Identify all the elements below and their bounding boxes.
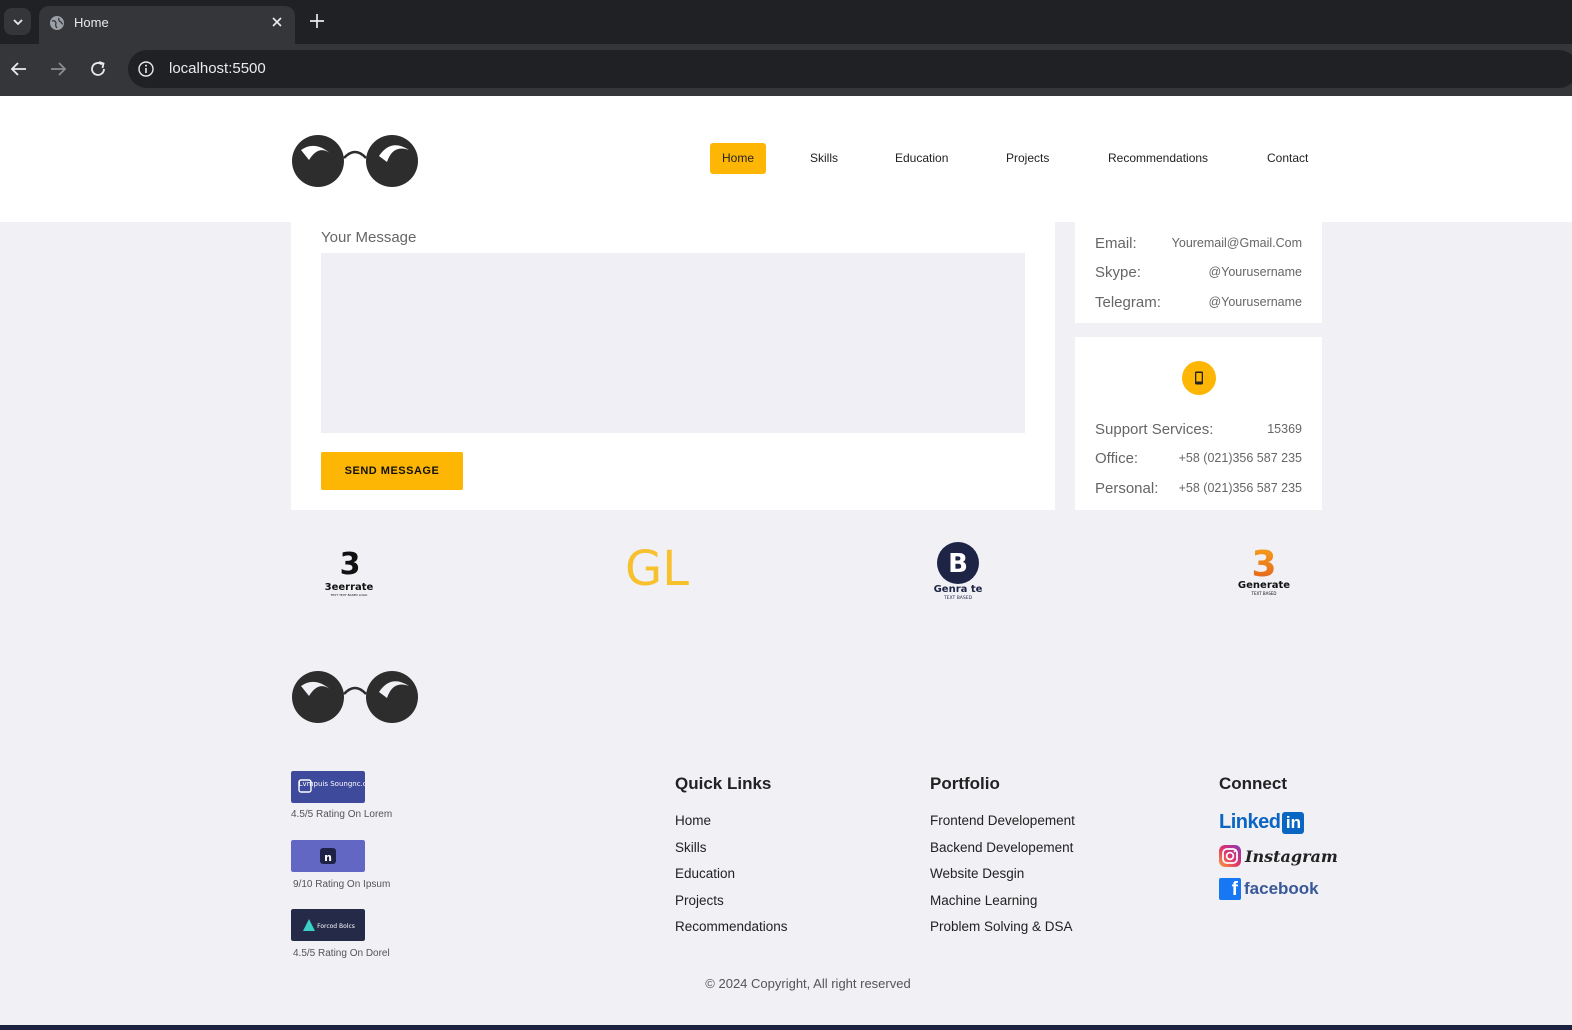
personal-value[interactable]: +58 (021)356 587 235 <box>1179 481 1302 495</box>
nav-education[interactable]: Education <box>883 143 960 174</box>
close-icon[interactable] <box>269 14 285 30</box>
nav-recommendations[interactable]: Recommendations <box>1096 143 1220 174</box>
online-contact-card: Email: Youremail@Gmail.Com Skype: @Youru… <box>1075 216 1322 323</box>
brand-sub-3: TEXT BASED <box>1251 591 1277 596</box>
instagram-icon <box>1219 845 1241 867</box>
brand-logo-3eerrate: 3 3eerrate TEXT TEXT BASED LOGO <box>325 547 374 597</box>
linkedin-wordmark: Linked <box>1219 811 1281 833</box>
portfolio-link-ml[interactable]: Machine Learning <box>930 893 1037 908</box>
site-header: Home Skills Education Projects Recommend… <box>0 96 1572 222</box>
nav-home[interactable]: Home <box>710 143 767 174</box>
brand-name-0: 3eerrate <box>325 582 374 593</box>
linkedin-icon: in <box>1282 811 1305 834</box>
skype-row: Skype: @Yourusername <box>1095 264 1302 286</box>
brand-sub-2: TEXT BASED <box>943 595 973 601</box>
back-arrow-icon[interactable] <box>8 58 30 80</box>
browser-toolbar: localhost:5500 <box>0 44 1572 96</box>
address-bar[interactable]: localhost:5500 <box>128 50 1572 88</box>
browser-tab[interactable]: Home <box>39 6 295 44</box>
instagram-wordmark: Instagram <box>1245 846 1338 866</box>
brand-logo-gl: GL <box>625 543 689 593</box>
nav-skills[interactable]: Skills <box>798 143 850 174</box>
rating-badge-dorel[interactable]: Forcod Bolcs <box>291 909 365 941</box>
nav-projects[interactable]: Projects <box>994 143 1061 174</box>
brand-name-3: Generate <box>1238 580 1290 591</box>
bottom-bar <box>0 1025 1572 1030</box>
contact-form: Your Message SEND MESSAGE <box>291 216 1055 510</box>
url-text: localhost:5500 <box>169 60 266 77</box>
rating-badge-ipsum[interactable]: n <box>291 840 365 872</box>
support-label: Support Services: <box>1095 421 1214 438</box>
personal-label: Personal: <box>1095 480 1159 497</box>
telegram-value[interactable]: @Yourusername <box>1208 295 1302 309</box>
brand-logo-generate: 3 Generate TEXT BASED <box>1238 544 1290 596</box>
send-message-button[interactable]: SEND MESSAGE <box>321 452 463 490</box>
portfolio-link-dsa[interactable]: Problem Solving & DSA <box>930 919 1073 934</box>
footer-link-home[interactable]: Home <box>675 813 711 828</box>
portfolio-link-frontend[interactable]: Frontend Developement <box>930 813 1075 828</box>
svg-text:B: B <box>948 549 968 579</box>
facebook-wordmark: facebook <box>1244 879 1319 898</box>
chevron-down-icon <box>12 18 23 25</box>
footer-link-projects[interactable]: Projects <box>675 893 724 908</box>
brand-sub-0: TEXT TEXT BASED LOGO <box>330 593 368 597</box>
rating-text-dorel: 4.5/5 Rating On Dorel <box>293 948 390 959</box>
instagram-link[interactable]: Instagram <box>1219 845 1338 867</box>
new-tab-plus-icon[interactable] <box>308 12 326 30</box>
svg-text:3: 3 <box>340 547 361 582</box>
footer-glasses-logo-icon[interactable] <box>291 668 423 726</box>
rating-badge-text-1: n <box>324 851 332 864</box>
globe-icon <box>50 16 64 30</box>
facebook-link[interactable]: f facebook <box>1219 878 1319 900</box>
skype-value[interactable]: @Yourusername <box>1208 265 1302 279</box>
rating-text-lorem: 4.5/5 Rating On Lorem <box>291 809 393 820</box>
rating-text-ipsum: 9/10 Rating On Ipsum <box>293 879 391 890</box>
forward-arrow-icon[interactable] <box>47 58 69 80</box>
footer-link-recommendations[interactable]: Recommendations <box>675 919 788 934</box>
footer-link-skills[interactable]: Skills <box>675 840 707 855</box>
nav-contact[interactable]: Contact <box>1255 143 1320 174</box>
tab-title: Home <box>74 15 109 30</box>
brand-logo-genrate: B Genra te TEXT BASED <box>934 542 983 601</box>
phone-contact-card: Support Services: 15369 Office: +58 (021… <box>1075 337 1322 510</box>
email-row: Email: Youremail@Gmail.Com <box>1095 235 1302 257</box>
brand-name-2: Genra te <box>934 584 983 595</box>
tab-search-button[interactable] <box>4 8 31 35</box>
reload-icon[interactable] <box>87 58 109 80</box>
support-value[interactable]: 15369 <box>1267 422 1302 436</box>
browser-tab-bar: Home <box>0 0 1572 44</box>
brand-name-1: GL <box>625 543 689 593</box>
quick-links-title: Quick Links <box>675 774 772 793</box>
office-row: Office: +58 (021)356 587 235 <box>1095 450 1302 472</box>
portfolio-title: Portfolio <box>930 774 1000 793</box>
linkedin-link[interactable]: Linked in <box>1219 811 1305 834</box>
footer-link-education[interactable]: Education <box>675 866 735 881</box>
support-row: Support Services: 15369 <box>1095 421 1302 443</box>
personal-row: Personal: +58 (021)356 587 235 <box>1095 480 1302 502</box>
rating-badge-text-2: Forcod Bolcs <box>317 923 355 930</box>
portfolio-link-website[interactable]: Website Desgin <box>930 866 1024 881</box>
mobile-phone-icon <box>1182 361 1216 395</box>
copyright-text: © 2024 Copyright, All right reserved <box>705 976 911 991</box>
facebook-icon: f <box>1219 878 1241 900</box>
email-label: Email: <box>1095 235 1137 252</box>
portfolio-link-backend[interactable]: Backend Developement <box>930 840 1073 855</box>
site-info-icon[interactable] <box>138 61 154 77</box>
office-value[interactable]: +58 (021)356 587 235 <box>1179 451 1302 465</box>
connect-title: Connect <box>1219 774 1287 793</box>
svg-text:3: 3 <box>1251 544 1276 585</box>
message-label: Your Message <box>321 229 417 246</box>
web-page: Home Skills Education Projects Recommend… <box>0 96 1572 1030</box>
office-label: Office: <box>1095 450 1139 467</box>
telegram-row: Telegram: @Yourusername <box>1095 294 1302 316</box>
telegram-label: Telegram: <box>1095 294 1161 311</box>
glasses-logo-icon[interactable] <box>291 132 423 190</box>
message-textarea[interactable] <box>321 253 1025 433</box>
skype-label: Skype: <box>1095 264 1141 281</box>
rating-badge-lorem[interactable]: Lvmpuis Soungnc.cou <box>291 771 365 803</box>
email-value[interactable]: Youremail@Gmail.Com <box>1172 236 1302 250</box>
rating-badge-text-0: Lvmpuis Soungnc.cou <box>299 780 365 788</box>
